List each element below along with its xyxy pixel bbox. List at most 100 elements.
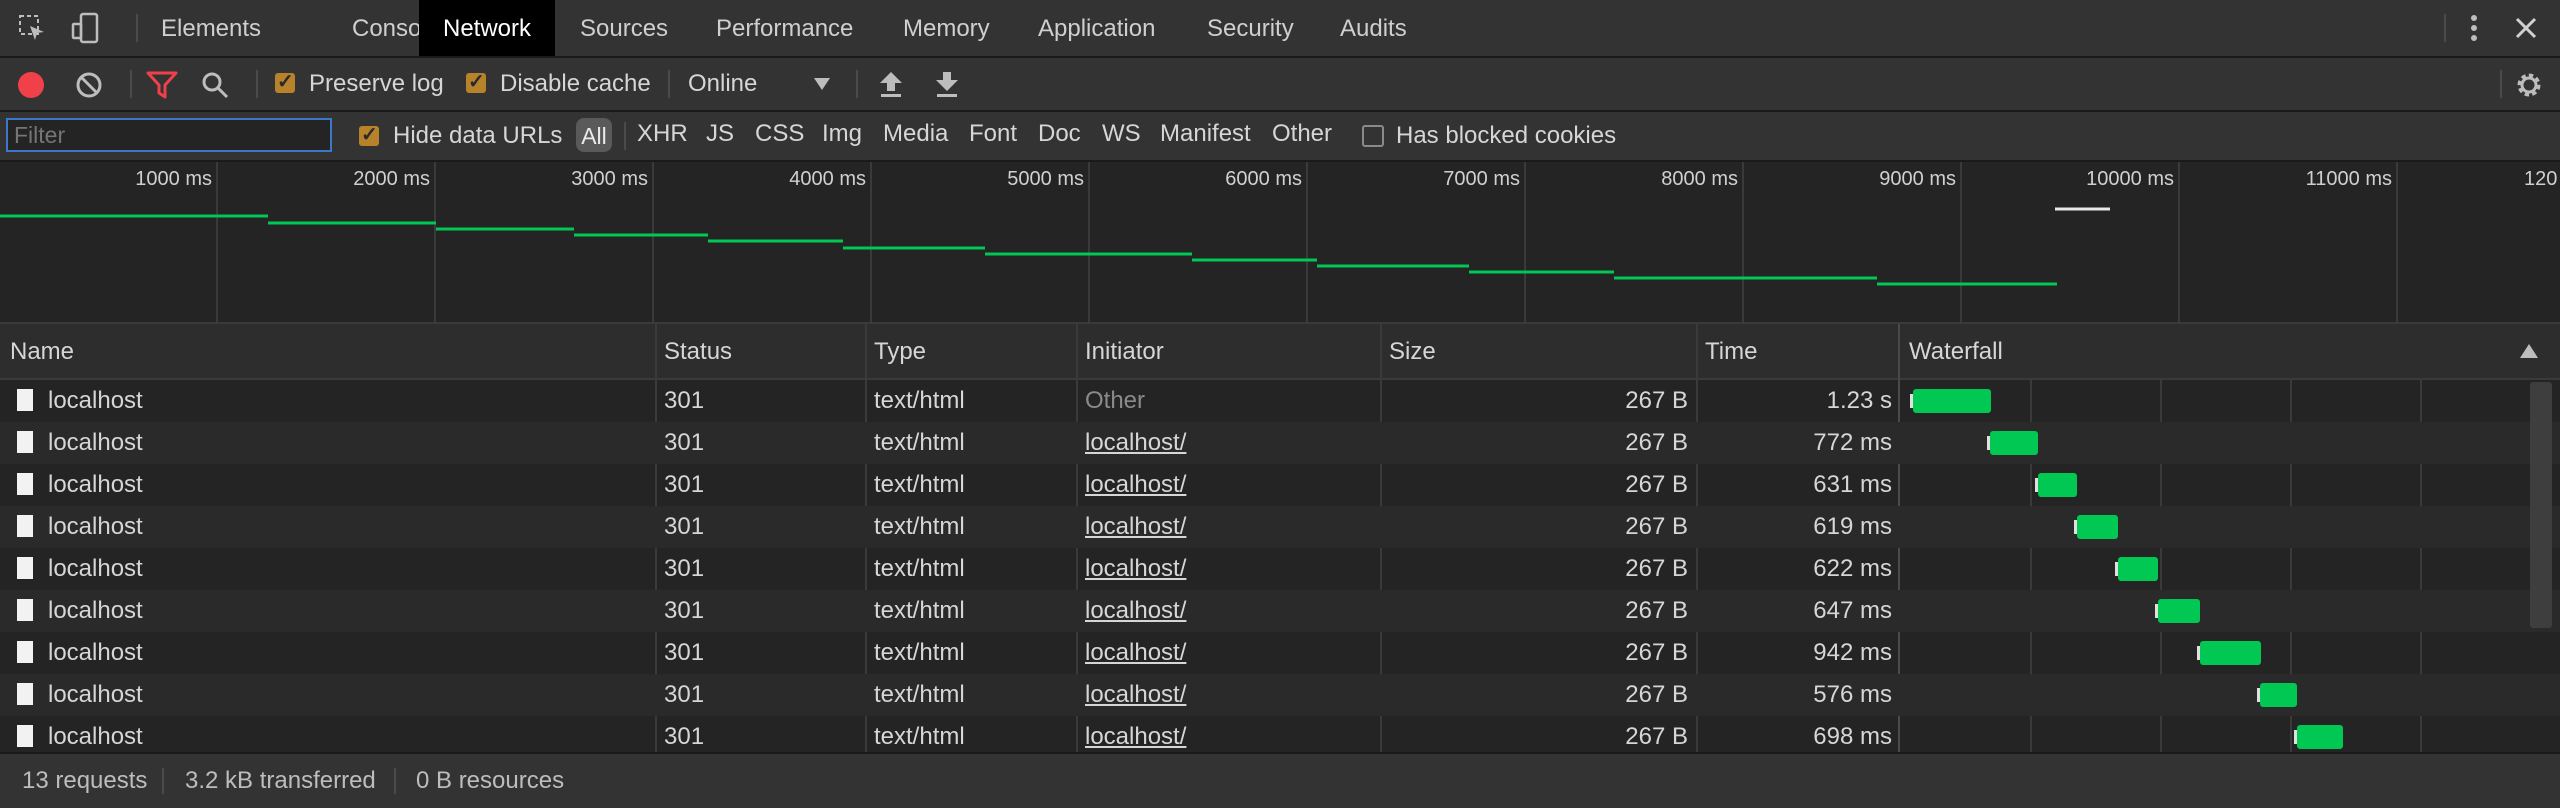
throttling-select[interactable]: Online — [688, 70, 757, 98]
device-toolbar-icon[interactable] — [70, 12, 102, 44]
filter-type-media[interactable]: Media — [883, 120, 948, 148]
cell-initiator-link[interactable]: localhost/ — [1085, 555, 1186, 583]
filter-type-xhr[interactable]: XHR — [637, 120, 688, 148]
document-icon — [17, 557, 33, 579]
filter-type-img[interactable]: Img — [822, 120, 862, 148]
filter-icon[interactable] — [146, 70, 178, 100]
cell-time: 619 ms — [1813, 513, 1892, 540]
more-options-icon[interactable] — [2462, 14, 2486, 42]
column-header-size[interactable]: Size — [1389, 338, 1436, 366]
table-row[interactable]: localhost 301 text/html localhost/ 267 B… — [0, 632, 2560, 674]
settings-gear-icon[interactable] — [2514, 70, 2544, 100]
disable-cache-checkbox[interactable] — [466, 69, 486, 94]
divider — [256, 70, 258, 98]
close-icon[interactable] — [2514, 16, 2538, 40]
cell-size: 267 B — [1625, 555, 1688, 582]
tab-elements[interactable]: Elements — [137, 0, 285, 56]
column-header-name[interactable]: Name — [10, 338, 74, 366]
divider — [394, 768, 396, 794]
column-header-waterfall[interactable]: Waterfall — [1909, 338, 2003, 366]
tab-performance[interactable]: Performance — [692, 0, 877, 56]
cell-status: 301 — [664, 555, 705, 582]
filter-type-doc[interactable]: Doc — [1038, 120, 1081, 148]
cell-initiator-link[interactable]: localhost/ — [1085, 471, 1186, 499]
cell-initiator-link[interactable]: localhost/ — [1085, 429, 1186, 457]
table-row[interactable]: localhost 301 text/html localhost/ 267 B… — [0, 422, 2560, 464]
filter-input[interactable] — [6, 118, 332, 152]
table-row[interactable]: localhost 301 text/html localhost/ 267 B… — [0, 674, 2560, 716]
cell-type: text/html — [874, 723, 965, 750]
cell-name: localhost — [48, 513, 143, 540]
document-icon — [17, 473, 33, 495]
filter-bar: Hide data URLs All XHR JS CSS Img Media … — [0, 112, 2560, 162]
cell-initiator-link[interactable]: localhost/ — [1085, 639, 1186, 667]
waterfall-bar — [2200, 641, 2261, 665]
cell-time: 647 ms — [1813, 597, 1892, 624]
waterfall-bar — [2297, 725, 2343, 749]
hide-data-urls-checkbox[interactable] — [359, 122, 379, 147]
cell-initiator-link[interactable]: localhost/ — [1085, 513, 1186, 541]
export-har-icon[interactable] — [934, 70, 960, 98]
tab-audits[interactable]: Audits — [1316, 0, 1431, 56]
cell-type: text/html — [874, 597, 965, 624]
column-header-status[interactable]: Status — [664, 338, 732, 366]
waterfall-bar — [1990, 431, 2038, 455]
overview-request-bars — [0, 207, 2110, 286]
network-overview[interactable]: 1000 ms 2000 ms 3000 ms 4000 ms 5000 ms … — [0, 162, 2560, 324]
disable-cache-label: Disable cache — [500, 70, 651, 97]
network-toolbar: Preserve log Disable cache Online — [0, 58, 2560, 112]
tab-memory[interactable]: Memory — [879, 0, 1014, 56]
table-row[interactable]: localhost 301 text/html localhost/ 267 B… — [0, 716, 2560, 752]
devtools-tab-bar: Elements Console Network Sources Perform… — [0, 0, 2560, 58]
table-row[interactable]: localhost 301 text/html localhost/ 267 B… — [0, 590, 2560, 632]
table-row[interactable]: localhost 301 text/html localhost/ 267 B… — [0, 464, 2560, 506]
cell-time: 942 ms — [1813, 639, 1892, 666]
cell-status: 301 — [664, 471, 705, 498]
tab-application[interactable]: Application — [1014, 0, 1179, 56]
filter-type-other[interactable]: Other — [1272, 120, 1332, 148]
cell-initiator-link[interactable]: localhost/ — [1085, 681, 1186, 709]
preserve-log-checkbox[interactable] — [275, 69, 295, 94]
divider — [2444, 14, 2446, 42]
waterfall-bar — [2158, 599, 2200, 623]
search-icon[interactable] — [200, 70, 230, 100]
cell-type: text/html — [874, 513, 965, 540]
cell-name: localhost — [48, 387, 143, 414]
cell-size: 267 B — [1625, 681, 1688, 708]
clear-icon[interactable] — [74, 70, 104, 100]
cell-status: 301 — [664, 723, 705, 750]
column-header-time[interactable]: Time — [1705, 338, 1757, 366]
filter-type-font[interactable]: Font — [969, 120, 1017, 148]
cell-initiator-link[interactable]: localhost/ — [1085, 597, 1186, 625]
inspect-element-icon[interactable] — [18, 14, 46, 42]
cell-initiator-link[interactable]: localhost/ — [1085, 723, 1186, 751]
cell-size: 267 B — [1625, 429, 1688, 456]
tab-sources[interactable]: Sources — [556, 0, 692, 56]
table-row[interactable]: localhost 301 text/html localhost/ 267 B… — [0, 548, 2560, 590]
tab-network[interactable]: Network — [419, 0, 556, 56]
cell-initiator: Other — [1085, 387, 1146, 414]
tab-security[interactable]: Security — [1183, 0, 1318, 56]
document-icon — [17, 725, 33, 747]
column-header-initiator[interactable]: Initiator — [1085, 338, 1164, 366]
document-icon — [17, 683, 33, 705]
filter-type-ws[interactable]: WS — [1102, 120, 1141, 148]
vertical-scrollbar-thumb[interactable] — [2530, 382, 2552, 628]
waterfall-bar — [2038, 473, 2077, 497]
table-row[interactable]: localhost 301 text/html localhost/ 267 B… — [0, 506, 2560, 548]
import-har-icon[interactable] — [878, 70, 904, 98]
sort-ascending-icon[interactable] — [2520, 344, 2538, 358]
filter-type-manifest[interactable]: Manifest — [1160, 120, 1251, 148]
column-header-type[interactable]: Type — [874, 338, 926, 366]
filter-type-css[interactable]: CSS — [755, 120, 804, 148]
record-icon[interactable] — [16, 70, 46, 100]
filter-type-all[interactable]: All — [576, 118, 612, 152]
filter-type-js[interactable]: JS — [706, 120, 734, 148]
table-row[interactable]: localhost 301 text/html Other 267 B 1.23… — [0, 380, 2560, 422]
cell-status: 301 — [664, 429, 705, 456]
cell-time: 631 ms — [1813, 471, 1892, 498]
has-blocked-cookies-checkbox[interactable] — [1362, 125, 1384, 147]
cell-time: 1.23 s — [1826, 387, 1892, 414]
chevron-down-icon[interactable] — [814, 78, 830, 90]
cell-name: localhost — [48, 723, 143, 750]
